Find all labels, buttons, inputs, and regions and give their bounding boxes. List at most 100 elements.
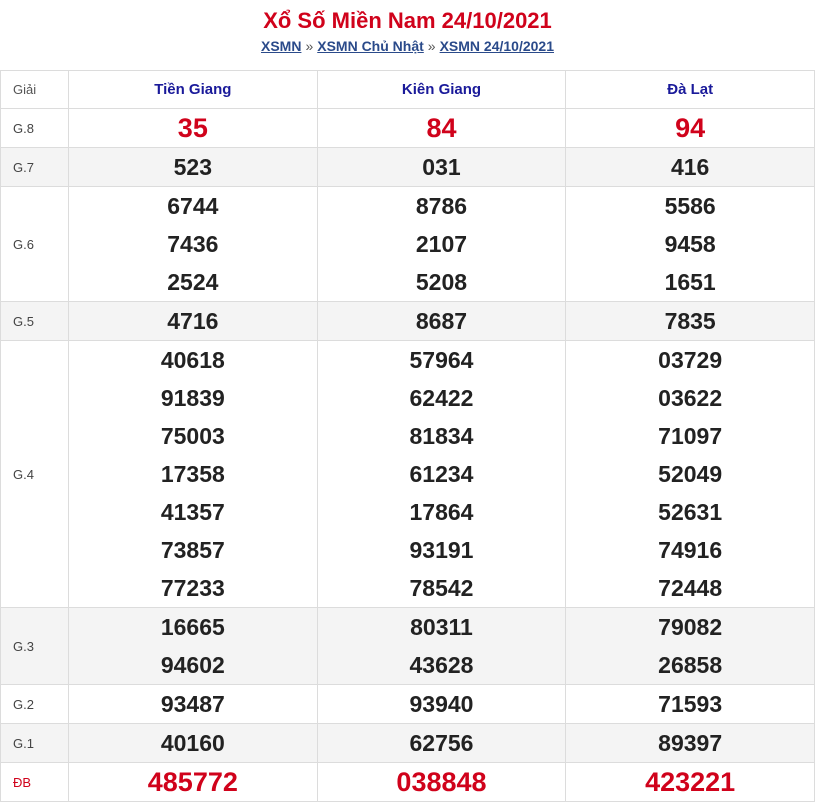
prize-label: ĐB xyxy=(0,762,69,802)
result-number: 2107 xyxy=(415,231,468,257)
result-number: 91839 xyxy=(160,385,225,411)
breadcrumb-link-xsmn-chu-nhat[interactable]: XSMN Chủ Nhật xyxy=(317,38,424,54)
prize-row-g8: G.8 35 84 94 xyxy=(0,108,815,148)
prize-label: G.3 xyxy=(0,607,69,685)
result-number: 8786 xyxy=(415,193,468,219)
result-number: 031 xyxy=(422,154,461,180)
result-cell: 57964 62422 81834 61234 17864 93191 78542 xyxy=(316,340,567,608)
result-cell: 4716 xyxy=(68,301,318,341)
table-header-row: Giải Tiền Giang Kiên Giang Đà Lạt xyxy=(0,70,815,109)
prize-row-db: ĐB 485772 038848 423221 xyxy=(0,762,815,802)
result-number: 9458 xyxy=(664,231,716,257)
result-number: 4716 xyxy=(167,308,219,334)
result-cell: 6744 7436 2524 xyxy=(68,186,318,302)
result-number: 94 xyxy=(675,113,706,143)
result-cell: 5586 9458 1651 xyxy=(565,186,815,302)
result-cell: 71593 xyxy=(565,684,815,724)
result-cell: 16665 94602 xyxy=(68,607,318,685)
result-cell: 7835 xyxy=(565,301,815,341)
result-number: 16665 xyxy=(160,614,225,640)
result-number: 57964 xyxy=(409,347,474,373)
result-number: 74916 xyxy=(658,537,723,563)
result-number: 77233 xyxy=(160,575,225,601)
result-number: 73857 xyxy=(160,537,225,563)
result-number: 52631 xyxy=(658,499,723,525)
prize-label: G.4 xyxy=(0,340,69,608)
prize-row-g4: G.4 40618 91839 75003 17358 41357 73857 77233 57… xyxy=(0,340,815,608)
result-number: 7436 xyxy=(167,231,219,257)
result-number: 5586 xyxy=(664,193,716,219)
prize-label: G.2 xyxy=(0,684,69,724)
result-number: 523 xyxy=(173,154,213,180)
result-number: 17864 xyxy=(409,499,474,525)
result-number: 2524 xyxy=(167,269,219,295)
prize-label: G.6 xyxy=(0,186,69,302)
result-number: 78542 xyxy=(409,575,474,601)
result-cell: 8687 xyxy=(316,301,567,341)
result-number: 40160 xyxy=(160,730,225,756)
result-number: 1651 xyxy=(664,269,716,295)
result-number: 35 xyxy=(177,113,208,143)
result-number: 79082 xyxy=(658,614,723,640)
prize-row-g7: G.7 523 031 416 xyxy=(0,147,815,187)
result-cell: 93940 xyxy=(316,684,567,724)
result-number: 43628 xyxy=(409,652,474,678)
result-cell: 94 xyxy=(565,108,815,148)
result-cell: 416 xyxy=(565,147,815,187)
prize-label: G.5 xyxy=(0,301,69,341)
prize-label: G.1 xyxy=(0,723,69,763)
result-number: 72448 xyxy=(658,575,723,601)
result-cell: 423221 xyxy=(565,762,815,802)
result-number: 84 xyxy=(426,113,457,143)
result-cell: 40160 xyxy=(68,723,318,763)
result-number: 62422 xyxy=(409,385,474,411)
breadcrumb-separator: » xyxy=(427,38,436,54)
result-number: 52049 xyxy=(658,461,723,487)
result-number: 61234 xyxy=(409,461,474,487)
result-number: 71593 xyxy=(658,691,723,717)
result-cell: 84 xyxy=(316,108,567,148)
province-header-kien-giang: Kiên Giang xyxy=(316,70,567,109)
prize-label: G.7 xyxy=(0,147,69,187)
result-cell: 031 xyxy=(316,147,567,187)
result-number: 75003 xyxy=(160,423,225,449)
result-number: 89397 xyxy=(658,730,723,756)
province-header-da-lat: Đà Lạt xyxy=(565,70,815,109)
result-number: 26858 xyxy=(658,652,723,678)
breadcrumb: XSMN» XSMN Chủ Nhật» XSMN 24/10/2021 xyxy=(0,35,815,57)
prize-row-g5: G.5 4716 8687 7835 xyxy=(0,301,815,341)
breadcrumb-link-xsmn[interactable]: XSMN xyxy=(261,38,301,54)
result-cell: 038848 xyxy=(316,762,567,802)
result-cell: 79082 26858 xyxy=(565,607,815,685)
result-cell: 35 xyxy=(68,108,318,148)
result-number: 93487 xyxy=(160,691,225,717)
breadcrumb-link-xsmn-date[interactable]: XSMN 24/10/2021 xyxy=(440,38,554,54)
result-cell: 523 xyxy=(68,147,318,187)
result-number: 71097 xyxy=(658,423,723,449)
result-number: 6744 xyxy=(167,193,219,219)
prize-row-g3: G.3 16665 94602 80311 43628 79082 26858 xyxy=(0,607,815,685)
province-header-tien-giang: Tiền Giang xyxy=(68,70,318,109)
result-number: 94602 xyxy=(160,652,225,678)
result-number: 03622 xyxy=(658,385,723,411)
result-number: 485772 xyxy=(147,767,238,797)
breadcrumb-separator: » xyxy=(305,38,314,54)
result-number: 81834 xyxy=(409,423,474,449)
prize-label: G.8 xyxy=(0,108,69,148)
result-number: 038848 xyxy=(396,767,487,797)
result-number: 41357 xyxy=(160,499,225,525)
result-number: 93940 xyxy=(409,691,474,717)
prize-row-g6: G.6 6744 7436 2524 8786 2107 5208 5586 9458 1651 xyxy=(0,186,815,302)
result-number: 62756 xyxy=(409,730,474,756)
result-cell: 40618 91839 75003 17358 41357 73857 77233 xyxy=(68,340,318,608)
results-table: Giải Tiền Giang Kiên Giang Đà Lạt G.8 35 8… xyxy=(0,70,815,802)
result-cell: 80311 43628 xyxy=(316,607,567,685)
result-cell: 89397 xyxy=(565,723,815,763)
prize-column-header: Giải xyxy=(0,70,69,109)
prize-row-g2: G.2 93487 93940 71593 xyxy=(0,684,815,724)
result-cell: 62756 xyxy=(316,723,567,763)
result-number: 03729 xyxy=(658,347,723,373)
result-number: 7835 xyxy=(664,308,716,334)
result-cell: 03729 03622 71097 52049 52631 74916 72448 xyxy=(565,340,815,608)
result-number: 17358 xyxy=(160,461,225,487)
